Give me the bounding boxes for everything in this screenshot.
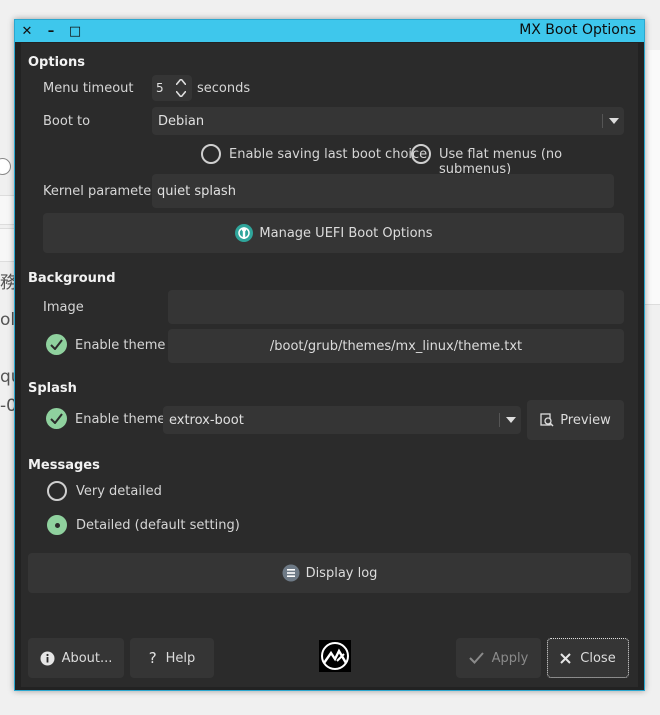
help-question-icon: ? (148, 649, 157, 667)
splash-theme-value: extrox-boot (169, 412, 244, 428)
log-list-icon (282, 564, 300, 582)
menu-timeout-label: Menu timeout (43, 81, 134, 96)
kernel-params-label: Kernel parameters (43, 184, 164, 199)
mx-boot-options-window: ✕ – □ MX Boot Options Options Menu timeo… (14, 19, 645, 691)
boot-to-label: Boot to (43, 114, 91, 129)
bg-radio (0, 158, 11, 175)
window-title: MX Boot Options (519, 22, 636, 38)
menu-timeout-unit: seconds (197, 81, 251, 96)
detailed-radio[interactable] (47, 515, 67, 535)
preview-label: Preview (560, 412, 611, 428)
splash-theme-dropdown[interactable]: extrox-boot (163, 406, 521, 434)
menu-timeout-spinbox[interactable]: 5 (152, 75, 192, 101)
chevron-down-icon (499, 413, 521, 427)
boot-to-dropdown[interactable]: Debian (152, 107, 624, 135)
main-panel: Options Menu timeout 5 seconds Boot to D… (21, 43, 638, 687)
minimize-window-button[interactable]: – (39, 20, 63, 42)
image-input[interactable] (168, 290, 624, 324)
about-label: About... (61, 650, 113, 666)
enable-saving-label[interactable]: Enable saving last boot choice (229, 147, 427, 162)
display-log-label: Display log (305, 565, 378, 581)
checkmark-icon (50, 339, 63, 350)
theme-path-button[interactable]: /boot/grub/themes/mx_linux/theme.txt (168, 329, 624, 363)
close-icon (560, 652, 571, 664)
manage-uefi-button[interactable]: Manage UEFI Boot Options (43, 213, 624, 253)
help-button[interactable]: ? Help (130, 638, 214, 678)
very-detailed-radio[interactable] (47, 481, 67, 501)
close-label: Close (580, 650, 616, 666)
manage-uefi-label: Manage UEFI Boot Options (259, 225, 433, 241)
display-log-button[interactable]: Display log (28, 553, 631, 593)
uefi-gear-icon (235, 224, 254, 242)
theme-path-value: /boot/grub/themes/mx_linux/theme.txt (269, 338, 523, 354)
help-label: Help (165, 650, 196, 666)
close-button[interactable]: Close (547, 638, 629, 678)
messages-heading: Messages (28, 458, 100, 473)
checkmark-icon (468, 652, 484, 664)
titlebar: ✕ – □ MX Boot Options (15, 20, 644, 42)
kernel-params-input[interactable]: quiet splash (152, 174, 614, 208)
maximize-window-button[interactable]: □ (63, 20, 87, 42)
splash-heading: Splash (28, 381, 77, 396)
about-button[interactable]: About... (28, 638, 124, 678)
mx-logo-graphic (321, 642, 349, 670)
kernel-params-value: quiet splash (157, 183, 236, 199)
options-heading: Options (28, 55, 85, 70)
preview-icon (540, 413, 554, 427)
spin-up-icon[interactable] (176, 79, 186, 85)
spin-down-icon[interactable] (176, 91, 186, 97)
preview-button[interactable]: Preview (527, 400, 624, 440)
splash-enable-theme-checkbox[interactable] (46, 408, 67, 429)
background-enable-theme-label[interactable]: Enable theme (75, 338, 165, 353)
mx-logo-icon (319, 640, 351, 672)
apply-button[interactable]: Apply (456, 638, 541, 678)
checkmark-icon (50, 413, 63, 424)
detailed-label[interactable]: Detailed (default setting) (76, 518, 240, 533)
spin-arrows[interactable] (172, 76, 190, 100)
background-enable-theme-checkbox[interactable] (46, 334, 67, 355)
image-label: Image (43, 300, 84, 315)
flat-menus-radio[interactable] (411, 144, 431, 164)
background-heading: Background (28, 271, 116, 286)
chevron-down-icon (602, 114, 624, 128)
close-window-button[interactable]: ✕ (15, 20, 39, 42)
splash-enable-theme-label[interactable]: Enable theme (75, 412, 165, 427)
very-detailed-label[interactable]: Very detailed (76, 484, 162, 499)
apply-label: Apply (491, 650, 529, 666)
menu-timeout-value: 5 (156, 81, 164, 95)
boot-to-value: Debian (158, 113, 205, 129)
flat-menus-label[interactable]: Use flat menus (no submenus) (439, 147, 638, 177)
info-icon (40, 651, 55, 665)
enable-saving-radio[interactable] (201, 144, 221, 164)
